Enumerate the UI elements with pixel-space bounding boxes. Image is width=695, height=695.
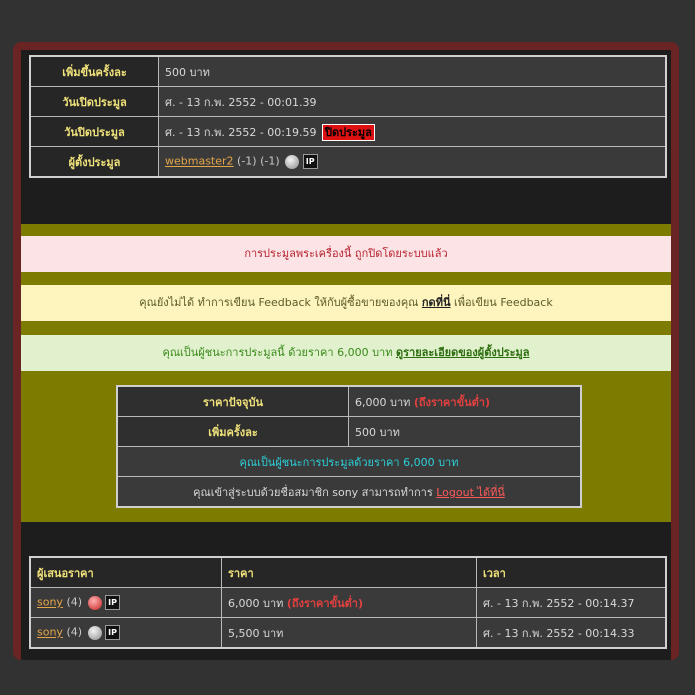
bidder-link[interactable]: sony	[37, 626, 63, 639]
winner-message: คุณเป็นผู้ชนะการประมูลด้วยราคา 6,000 บาท	[116, 446, 582, 477]
table-row: sony (4) IP 5,500 บาท ศ. - 13 ก.พ. 2552 …	[29, 617, 667, 649]
close-date-label: วันปิดประมูล	[29, 116, 159, 147]
table-header-row: ผู้เสนอราคา ราคา เวลา	[29, 556, 667, 588]
feedback-text-suffix: เพื่อเขียน Feedback	[453, 296, 553, 309]
bidder-link[interactable]: sony	[37, 596, 63, 609]
seller-cell: webmaster2 (-1) (-1) IP	[158, 146, 667, 178]
closed-notice: การประมูลพระเครื่องนี้ ถูกปิดโดยระบบแล้ว	[21, 236, 671, 272]
bidder-cell: sony (4) IP	[29, 587, 222, 618]
bidder-count[interactable]: (4)	[66, 626, 82, 639]
bidder-cell: sony (4) IP	[29, 617, 222, 649]
close-date-value: ศ. - 13 ก.พ. 2552 - 00:19.59	[165, 125, 317, 139]
bid-price: 6,000 บาท	[228, 596, 284, 610]
closed-badge: ปิดประมูล	[322, 123, 375, 141]
table-row: วันปิดประมูล ศ. - 13 ก.พ. 2552 - 00:19.5…	[29, 116, 667, 147]
table-row: วันเปิดประมูล ศ. - 13 ก.พ. 2552 - 00:01.…	[29, 86, 667, 117]
bid-time: ศ. - 13 ก.พ. 2552 - 00:14.37	[476, 587, 667, 618]
gray-badge-icon	[87, 625, 102, 640]
table-row: เพิ่มครั้งละ 500 บาท	[116, 416, 582, 447]
login-text: คุณเข้าสู่ระบบด้วยชื่อสมาชิก sony สามารถ…	[193, 485, 433, 499]
feedback-text: คุณยังไม่ได้ ทำการเขียน Feedback ให้กับผ…	[139, 296, 419, 309]
auction-panel: เพิ่มขึ้นครั้งละ 500 บาท วันเปิดประมูล ศ…	[21, 50, 671, 660]
winner-notice: คุณเป็นผู้ชนะการประมูลนี้ ด้วยราคา 6,000…	[21, 335, 671, 371]
ip-icon[interactable]: IP	[105, 625, 121, 640]
table-row: เพิ่มขึ้นครั้งละ 500 บาท	[29, 55, 667, 87]
auction-info-table: เพิ่มขึ้นครั้งละ 500 บาท วันเปิดประมูล ศ…	[29, 55, 667, 178]
bid-history-table: ผู้เสนอราคา ราคา เวลา sony (4) IP 6,000 …	[29, 556, 667, 649]
reserve-met-note: (ถึงราคาขั้นต่ำ)	[413, 395, 490, 409]
seller-score-link[interactable]: (-1)	[237, 155, 257, 168]
open-date-label: วันเปิดประมูล	[29, 86, 159, 117]
current-price-label: ราคาปัจจุบัน	[116, 385, 349, 417]
table-row: คุณเป็นผู้ชนะการประมูลด้วยราคา 6,000 บาท	[116, 446, 582, 477]
increment-label: เพิ่มครั้งละ	[116, 416, 349, 447]
reserve-met-note: (ถึงราคาขั้นต่ำ)	[286, 596, 363, 610]
seller-label: ผู้ตั้งประมูล	[29, 146, 159, 178]
seller-score-link[interactable]: (-1)	[260, 155, 280, 168]
time-column-header: เวลา	[476, 556, 667, 588]
bid-price-cell: 5,500 บาท	[221, 617, 477, 649]
ip-icon[interactable]: IP	[105, 595, 121, 610]
table-row: sony (4) IP 6,000 บาท (ถึงราคาขั้นต่ำ) ศ…	[29, 587, 667, 618]
increment-value: 500 บาท	[158, 55, 667, 87]
red-badge-icon	[87, 595, 102, 610]
current-price-cell: 6,000 บาท (ถึงราคาขั้นต่ำ)	[348, 385, 582, 417]
ip-icon[interactable]: IP	[302, 154, 318, 169]
open-date-value: ศ. - 13 ก.พ. 2552 - 00:01.39	[158, 86, 667, 117]
seller-link[interactable]: webmaster2	[165, 155, 234, 168]
logout-link[interactable]: Logout ได้ที่นี่	[436, 486, 505, 499]
feedback-link[interactable]: กดที่นี่	[422, 296, 451, 309]
table-row: คุณเข้าสู่ระบบด้วยชื่อสมาชิก sony สามารถ…	[116, 476, 582, 508]
winner-text: คุณเป็นผู้ชนะการประมูลนี้ ด้วยราคา 6,000…	[162, 346, 393, 359]
bidder-column-header: ผู้เสนอราคา	[29, 556, 222, 588]
bid-time: ศ. - 13 ก.พ. 2552 - 00:14.33	[476, 617, 667, 649]
close-date-cell: ศ. - 13 ก.พ. 2552 - 00:19.59 ปิดประมูล	[158, 116, 667, 147]
increment-label: เพิ่มขึ้นครั้งละ	[29, 55, 159, 87]
bid-price-cell: 6,000 บาท (ถึงราคาขั้นต่ำ)	[221, 587, 477, 618]
bid-price: 5,500 บาท	[228, 626, 284, 640]
seller-details-link[interactable]: ดูรายละเอียดของผู้ตั้งประมูล	[396, 346, 530, 359]
feedback-notice: คุณยังไม่ได้ ทำการเขียน Feedback ให้กับผ…	[21, 285, 671, 321]
bidder-count[interactable]: (4)	[66, 596, 82, 609]
table-row: ผู้ตั้งประมูล webmaster2 (-1) (-1) IP	[29, 146, 667, 178]
current-price-value: 6,000 บาท	[355, 395, 411, 409]
price-column-header: ราคา	[221, 556, 477, 588]
member-badge-icon	[285, 154, 300, 169]
increment-value: 500 บาท	[348, 416, 582, 447]
table-row: ราคาปัจจุบัน 6,000 บาท (ถึงราคาขั้นต่ำ)	[116, 385, 582, 417]
login-status: คุณเข้าสู่ระบบด้วยชื่อสมาชิก sony สามารถ…	[116, 476, 582, 508]
price-table: ราคาปัจจุบัน 6,000 บาท (ถึงราคาขั้นต่ำ) …	[116, 385, 582, 508]
